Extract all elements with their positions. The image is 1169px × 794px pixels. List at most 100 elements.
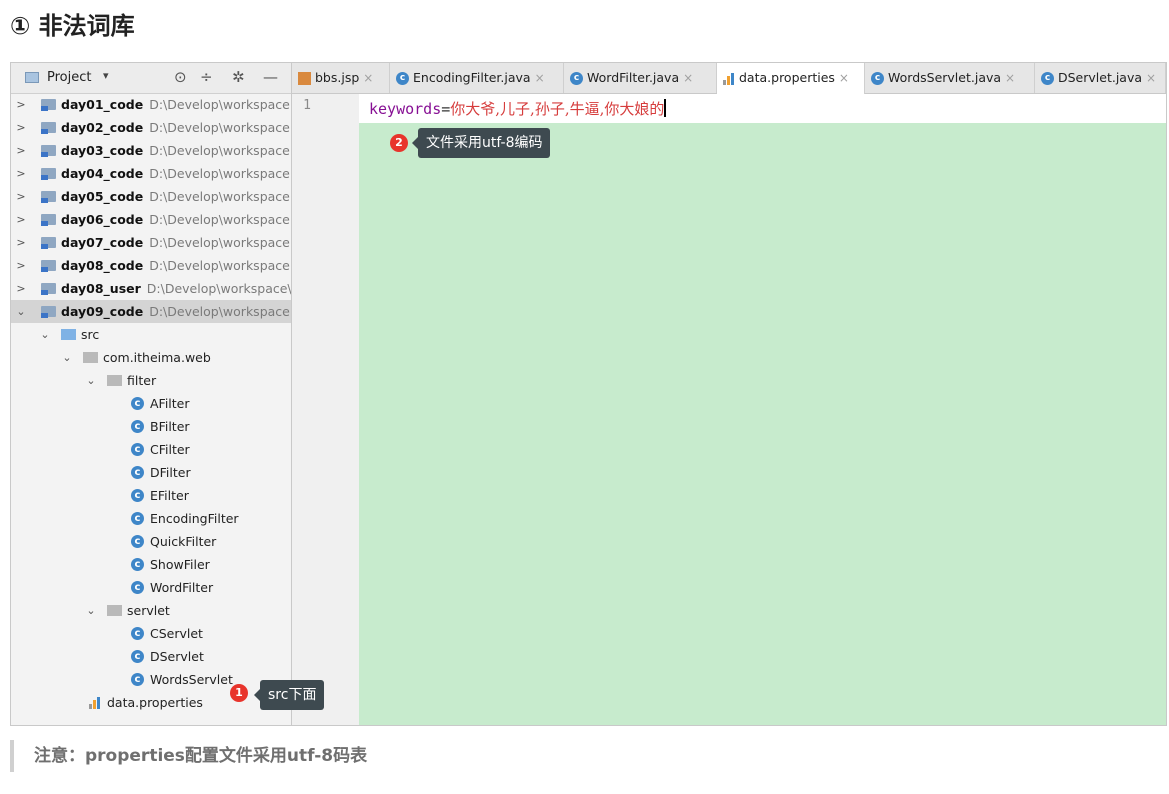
project-view-selector[interactable]: Project: [47, 70, 91, 85]
tree-module-day01[interactable]: > day01_code D:\Develop\workspace: [11, 93, 291, 116]
tree-label: CServlet: [150, 626, 203, 641]
minimize-icon[interactable]: —: [263, 68, 278, 86]
close-icon[interactable]: ×: [683, 71, 693, 85]
tree-module-day08-user[interactable]: > day08_user D:\Develop\workspace\: [11, 277, 291, 300]
tree-label: WordsServlet: [150, 672, 233, 687]
tree-module-day02[interactable]: > day02_code D:\Develop\workspace: [11, 116, 291, 139]
tree-folder-filter[interactable]: ⌄ filter: [11, 369, 291, 392]
tree-module-day05[interactable]: > day05_code D:\Develop\workspace: [11, 185, 291, 208]
chevron-right-icon[interactable]: >: [15, 185, 27, 208]
tree-label: EFilter: [150, 488, 189, 503]
tree-class-item[interactable]: EFilter: [11, 484, 291, 507]
tree-label: AFilter: [150, 396, 190, 411]
close-icon[interactable]: ×: [1146, 71, 1156, 85]
project-toolbar: Project ▾ ⊙ ÷ ✲ —: [11, 63, 291, 94]
tree-class-item[interactable]: DServlet: [11, 645, 291, 668]
class-icon: c: [570, 72, 583, 85]
close-icon[interactable]: ×: [1005, 71, 1015, 85]
module-icon: [41, 99, 56, 111]
chevron-down-icon[interactable]: ⌄: [61, 346, 73, 369]
tab-wordfilter[interactable]: c WordFilter.java ×: [564, 63, 717, 93]
project-tree: > day01_code D:\Develop\workspace > day02…: [11, 93, 291, 714]
module-icon: [41, 283, 56, 295]
tree-label: ShowFiler: [150, 557, 210, 572]
tree-module-day08[interactable]: > day08_code D:\Develop\workspace: [11, 254, 291, 277]
module-path: D:\Develop\workspace: [149, 212, 290, 227]
tree-class-item[interactable]: QuickFilter: [11, 530, 291, 553]
package-icon: [107, 375, 122, 386]
tree-folder-servlet[interactable]: ⌄ servlet: [11, 599, 291, 622]
tree-module-day09[interactable]: ⌄ day09_code D:\Develop\workspace: [11, 300, 291, 323]
tree-class-item[interactable]: CFilter: [11, 438, 291, 461]
class-icon: [131, 530, 144, 553]
tree-file-data-properties[interactable]: data.properties: [11, 691, 291, 714]
chevron-right-icon[interactable]: >: [15, 139, 27, 162]
tree-class-item[interactable]: BFilter: [11, 415, 291, 438]
chevron-right-icon[interactable]: >: [15, 277, 27, 300]
tree-class-item[interactable]: WordFilter: [11, 576, 291, 599]
property-equals: =: [441, 100, 451, 118]
package-icon: [83, 352, 98, 363]
tab-dservlet[interactable]: c DServlet.java ×: [1035, 63, 1166, 93]
tree-class-item[interactable]: AFilter: [11, 392, 291, 415]
gear-icon[interactable]: ✲: [232, 68, 245, 86]
tree-module-day03[interactable]: > day03_code D:\Develop\workspace: [11, 139, 291, 162]
code-editor[interactable]: keywords=你大爷,儿子,孙子,牛逼,你大娘的: [359, 94, 1166, 725]
tree-label: QuickFilter: [150, 534, 217, 549]
tree-package[interactable]: ⌄ com.itheima.web: [11, 346, 291, 369]
chevron-right-icon[interactable]: >: [15, 116, 27, 139]
tree-label: CFilter: [150, 442, 190, 457]
close-icon[interactable]: ×: [535, 71, 545, 85]
chevron-right-icon[interactable]: >: [15, 231, 27, 254]
module-icon: [41, 168, 56, 180]
chevron-down-icon[interactable]: ⌄: [85, 369, 97, 392]
class-icon: [131, 438, 144, 461]
tree-label: data.properties: [107, 695, 203, 710]
note-text: 注意：properties配置文件采用utf-8码表: [10, 740, 367, 772]
code-line[interactable]: keywords=你大爷,儿子,孙子,牛逼,你大娘的: [369, 98, 667, 119]
chevron-down-icon[interactable]: ▾: [103, 69, 109, 82]
module-name: day05_code: [61, 189, 144, 204]
module-name: day08_code: [61, 258, 144, 273]
tree-class-item[interactable]: ShowFiler: [11, 553, 291, 576]
target-icon[interactable]: ⊙: [174, 68, 187, 86]
tab-data-properties[interactable]: data.properties ×: [717, 63, 865, 94]
class-icon: c: [396, 72, 409, 85]
tree-class-item[interactable]: WordsServlet: [11, 668, 291, 691]
tab-bbs-jsp[interactable]: bbs.jsp ×: [292, 63, 390, 93]
chevron-down-icon[interactable]: ⌄: [15, 300, 27, 323]
tree-label: DFilter: [150, 465, 191, 480]
chevron-right-icon[interactable]: >: [15, 254, 27, 277]
tree-label: servlet: [127, 603, 170, 618]
collapse-icon[interactable]: ÷: [200, 68, 213, 86]
close-icon[interactable]: ×: [839, 71, 849, 85]
tree-module-day04[interactable]: > day04_code D:\Develop\workspace: [11, 162, 291, 185]
module-path: D:\Develop\workspace: [149, 97, 290, 112]
jsp-icon: [298, 72, 311, 85]
module-name: day07_code: [61, 235, 144, 250]
tree-class-item[interactable]: DFilter: [11, 461, 291, 484]
editor-tab-bar: bbs.jsp × c EncodingFilter.java × c WordFilt…: [292, 63, 1166, 94]
tree-folder-src[interactable]: ⌄ src: [11, 323, 291, 346]
tree-class-item[interactable]: CServlet: [11, 622, 291, 645]
tab-wordsservlet[interactable]: c WordsServlet.java ×: [865, 63, 1035, 93]
class-icon: [131, 645, 144, 668]
class-icon: [131, 622, 144, 645]
tree-module-day07[interactable]: > day07_code D:\Develop\workspace: [11, 231, 291, 254]
chevron-right-icon[interactable]: >: [15, 93, 27, 116]
text-caret: [664, 99, 667, 117]
chevron-right-icon[interactable]: >: [15, 208, 27, 231]
class-icon: [131, 553, 144, 576]
close-icon[interactable]: ×: [363, 71, 373, 85]
tree-module-day06[interactable]: > day06_code D:\Develop\workspace: [11, 208, 291, 231]
chevron-down-icon[interactable]: ⌄: [85, 599, 97, 622]
chevron-right-icon[interactable]: >: [15, 162, 27, 185]
tree-class-item[interactable]: EncodingFilter: [11, 507, 291, 530]
tab-label: bbs.jsp: [315, 70, 360, 85]
tab-encodingfilter[interactable]: c EncodingFilter.java ×: [390, 63, 564, 93]
callout-badge-2: 2: [390, 134, 408, 152]
module-icon: [41, 191, 56, 203]
chevron-down-icon[interactable]: ⌄: [39, 323, 51, 346]
module-path: D:\Develop\workspace\: [146, 281, 292, 296]
tab-label: DServlet.java: [1058, 70, 1143, 85]
